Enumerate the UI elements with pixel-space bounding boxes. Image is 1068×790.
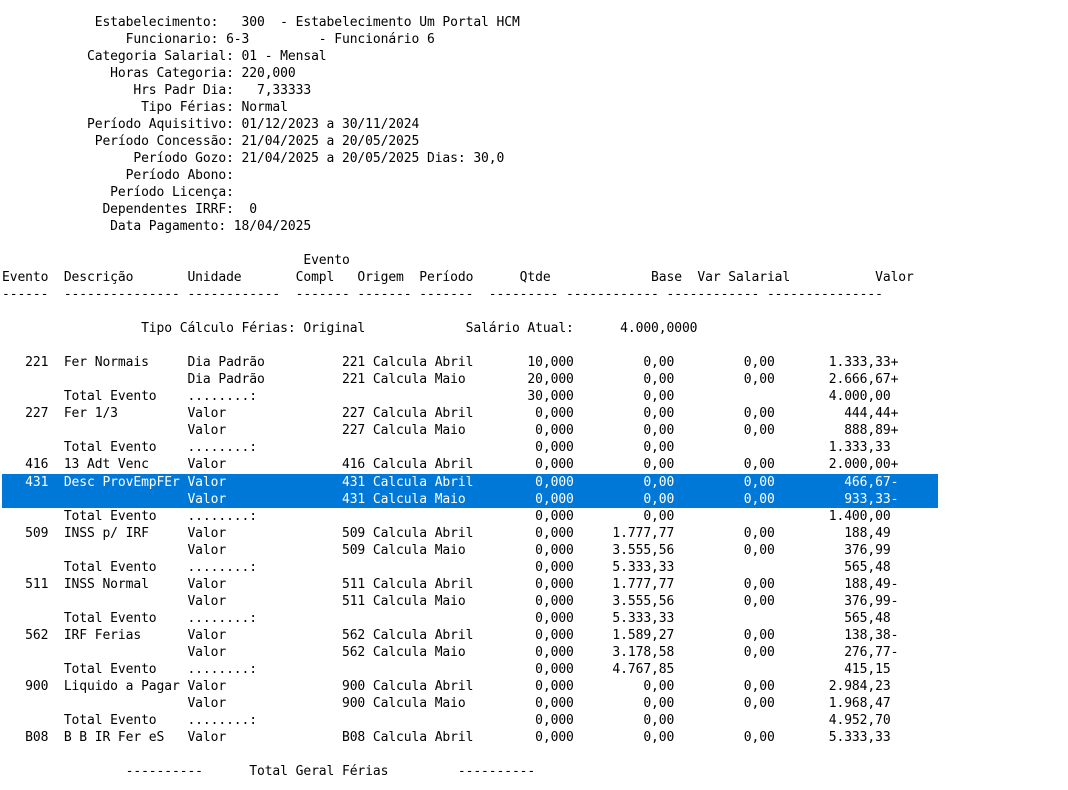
column-separator: ------ --------------- ------------ ----… [2,287,883,302]
header-hrs-padr-dia: Hrs Padr Dia: 7,33333 [2,83,312,98]
table-row[interactable]: Valor 511 Calcula Maio 0,000 3.555,56 0,… [2,593,898,610]
table-row-total[interactable]: Total Evento ........: 0,000 0,00 1.400,… [2,508,891,525]
table-row[interactable]: Valor 562 Calcula Maio 0,000 3.178,58 0,… [2,644,898,661]
table-row-selected[interactable]: 431 Desc ProvEmpFEr Valor 431 Calcula Ab… [2,474,898,491]
table-row-total[interactable]: Total Evento ........: 30,000 0,00 4.000… [2,388,891,405]
table-row[interactable]: 221 Fer Normais Dia Padrão 221 Calcula A… [2,354,898,371]
header-estabelecimento: Estabelecimento: 300 - Estabelecimento U… [2,15,520,30]
table-row[interactable]: Dia Padrão 221 Calcula Maio 20,000 0,00 … [2,371,898,388]
header-tipo-ferias: Tipo Férias: Normal [2,100,288,115]
header-data-pagamento: Data Pagamento: 18/04/2025 [2,219,312,234]
table-row-selected[interactable]: Valor 431 Calcula Maio 0,000 0,00 0,00 9… [2,491,898,508]
table-row[interactable]: 416 13 Adt Venc Valor 416 Calcula Abril … [2,456,898,473]
table-row-total[interactable]: Total Evento ........: 0,000 0,00 1.333,… [2,439,891,456]
table-row[interactable]: Valor 227 Calcula Maio 0,000 0,00 0,00 8… [2,422,898,439]
table-row[interactable]: 511 INSS Normal Valor 511 Calcula Abril … [2,576,898,593]
header-funcionario: Funcionario: 6-3 - Funcionário 6 [2,32,435,47]
calc-info-line: Tipo Cálculo Férias: Original Salário At… [2,321,698,336]
header-categoria: Categoria Salarial: 01 - Mensal [2,49,327,64]
footer-total-geral: ---------- Total Geral Férias ---------- [2,764,536,779]
header-dependentes-irrf: Dependentes IRRF: 0 [2,202,257,217]
header-periodo-concessao: Período Concessão: 21/04/2025 a 20/05/20… [2,134,420,149]
table-row-total[interactable]: Total Evento ........: 0,000 0,00 4.952,… [2,712,891,729]
table-row[interactable]: B08 B B IR Fer eS Valor B08 Calcula Abri… [2,729,891,746]
table-row[interactable]: Valor 900 Calcula Maio 0,000 0,00 0,00 1… [2,695,890,712]
table-row[interactable]: 509 INSS p/ IRF Valor 509 Calcula Abril … [2,525,891,542]
header-periodo-gozo: Período Gozo: 21/04/2025 a 20/05/2025 Di… [2,151,505,166]
header-periodo-licenca: Período Licença: [2,185,234,200]
table-row-total[interactable]: Total Evento ........: 0,000 5.333,33 56… [2,610,891,627]
header-periodo-aquisitivo: Período Aquisitivo: 01/12/2023 a 30/11/2… [2,117,420,132]
table-row[interactable]: Valor 509 Calcula Maio 0,000 3.555,56 0,… [2,542,890,559]
column-header-line2: Evento Descrição Unidade Compl Origem Pe… [2,270,914,285]
table-row[interactable]: 900 Liquido a Pagar Valor 900 Calcula Ab… [2,678,891,695]
table-row-total[interactable]: Total Evento ........: 0,000 4.767,85 41… [2,661,891,678]
table-row[interactable]: 227 Fer 1/3 Valor 227 Calcula Abril 0,00… [2,405,898,422]
header-horas-categoria: Horas Categoria: 220,000 [2,66,296,81]
table-row[interactable]: 562 IRF Ferias Valor 562 Calcula Abril 0… [2,627,898,644]
header-periodo-abono: Período Abono: [2,168,234,183]
column-header-line1: Evento [2,253,350,268]
table-row-total[interactable]: Total Evento ........: 0,000 5.333,33 56… [2,559,891,576]
